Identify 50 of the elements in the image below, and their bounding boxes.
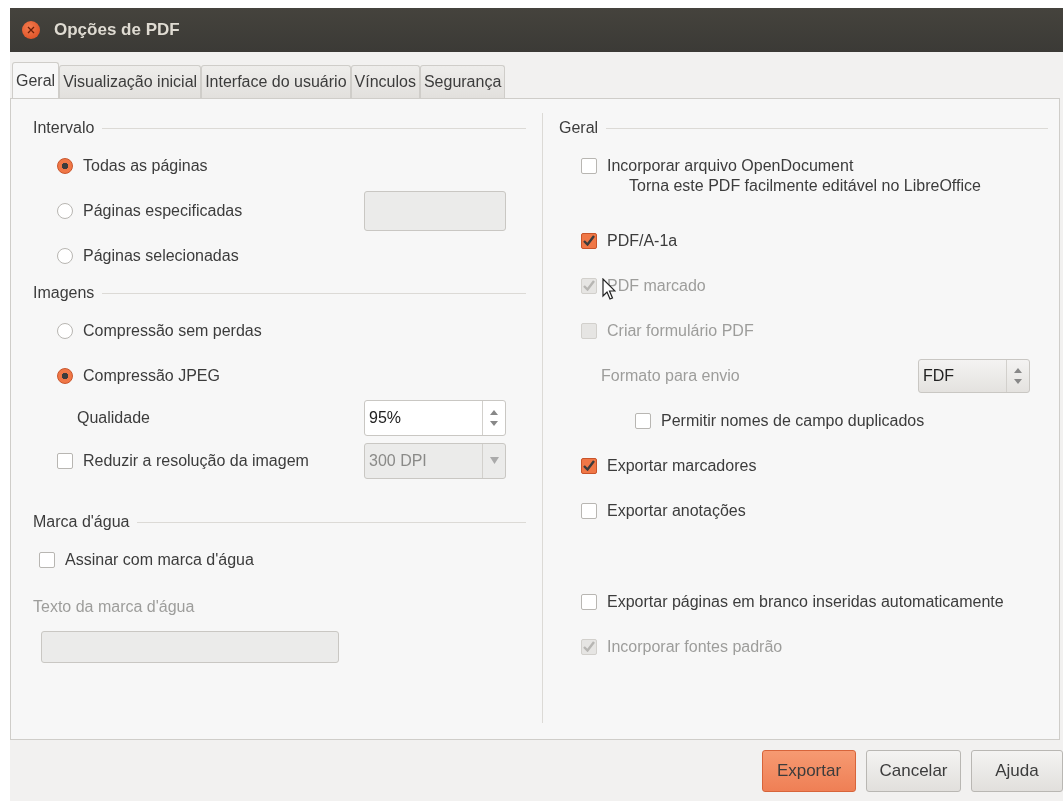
checkbox[interactable] — [581, 232, 597, 249]
check-icon — [583, 460, 595, 471]
radio-label[interactable]: Todas as páginas — [83, 156, 208, 175]
section-title: Intervalo — [33, 119, 95, 137]
checkbox-label[interactable]: PDF/A-1a — [607, 231, 678, 250]
check-icon — [583, 235, 595, 246]
checkbox-label[interactable]: Exportar marcadores — [607, 456, 757, 475]
window-title: Opções de PDF — [54, 20, 180, 40]
checkbox[interactable] — [581, 502, 597, 519]
caret-icon — [489, 457, 499, 464]
close-icon[interactable] — [22, 21, 40, 39]
dialog-button[interactable]: Ajuda — [971, 749, 1063, 792]
checkbox[interactable] — [57, 452, 73, 469]
checkbox-label[interactable]: Exportar anotações — [607, 501, 746, 520]
radio-button[interactable] — [57, 157, 73, 174]
field-label: Qualidade — [77, 409, 150, 427]
radio-button[interactable] — [57, 202, 73, 219]
check-icon — [583, 280, 595, 291]
checkbox-label[interactable]: Assinar com marca d'água — [65, 550, 254, 569]
dialog-button[interactable]: Exportar — [762, 749, 856, 792]
section-title: Marca d'água — [33, 513, 130, 531]
radio-label[interactable]: Compressão JPEG — [83, 366, 220, 385]
checkbox-label[interactable]: Reduzir a resolução da imagem — [83, 451, 309, 470]
description-text: Torna este PDF facilmente editável no LibreOffice — [629, 177, 981, 195]
tab[interactable]: Geral — [12, 62, 60, 98]
tab[interactable]: Vínculos — [350, 65, 420, 98]
radio-button[interactable] — [57, 247, 73, 264]
checkbox-label[interactable]: Exportar páginas em branco inseridas automaticamente — [607, 592, 1004, 611]
tab[interactable]: Segurança — [419, 65, 506, 98]
field-label: Texto da marca d'água — [33, 598, 195, 616]
tab[interactable]: Visualização inicial — [59, 65, 202, 98]
spin-arrows-icon — [1014, 366, 1022, 385]
tab[interactable]: Interface do usuário — [201, 65, 351, 98]
dialog-button[interactable]: Cancelar — [866, 749, 961, 792]
checkbox[interactable] — [39, 551, 55, 568]
checkbox[interactable] — [581, 457, 597, 474]
radio-label[interactable]: Páginas selecionadas — [83, 246, 239, 265]
section-title: Imagens — [33, 284, 95, 302]
radio-label[interactable]: Compressão sem perdas — [83, 321, 262, 340]
check-icon — [583, 641, 595, 652]
section-title: Geral — [559, 119, 599, 137]
checkbox[interactable] — [581, 157, 597, 174]
spin-arrows-icon — [490, 409, 498, 427]
quality-spinbox[interactable]: 95% — [364, 400, 506, 436]
field-label: Formato para envio — [601, 366, 740, 385]
radio-button[interactable] — [57, 322, 73, 339]
radio-button[interactable] — [57, 367, 73, 384]
checkbox-label[interactable]: Incorporar arquivo OpenDocument — [607, 156, 854, 175]
radio-label[interactable]: Páginas especificadas — [83, 201, 243, 220]
checkbox[interactable] — [581, 593, 597, 610]
